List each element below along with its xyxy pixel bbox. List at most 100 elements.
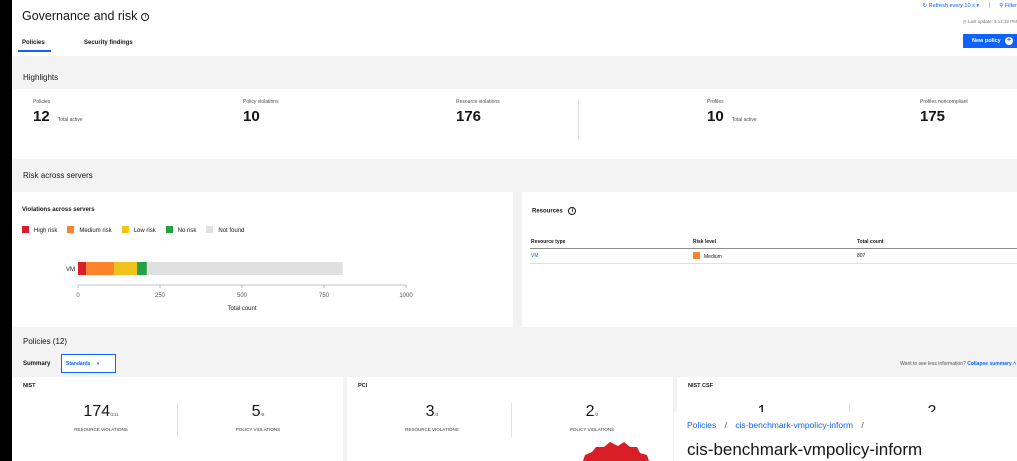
app-window: Governance and risk i Policies Security f… — [12, 0, 1017, 461]
dropdown-value: Standards — [66, 361, 91, 367]
highlight-profiles: Profiles 10 Total active — [707, 99, 757, 125]
policies-title: Policies (12) — [23, 337, 68, 346]
column-header[interactable]: Risk level — [692, 236, 856, 249]
metric-value: 3 — [425, 403, 435, 420]
refresh-dropdown[interactable]: Refresh every 10 s — [929, 3, 975, 9]
last-update: ◷ Last update: 3:12:32 PM — [963, 19, 1017, 25]
page-title: Governance and risk i — [22, 9, 150, 23]
metric-label: RESOURCE VIOLATIONS — [74, 427, 128, 432]
violations-card: Violations across servers High risk Medi… — [12, 192, 513, 327]
collapse-summary-link[interactable]: Collapse summary — [967, 361, 1011, 367]
summary-card-title: PCI — [358, 383, 368, 389]
summary-card-title: NIST CSF — [688, 383, 714, 389]
resource-type-link[interactable]: VM — [531, 253, 539, 259]
page-title-text: Governance and risk — [22, 9, 138, 23]
bar-segment-low-risk — [114, 262, 138, 275]
divider — [988, 2, 990, 8]
column-header[interactable]: Total count — [856, 236, 1017, 249]
last-update-text: Last update: 3:12:32 PM — [967, 19, 1017, 24]
x-tick-label: 500 — [237, 293, 248, 299]
x-tick-label: 1000 — [399, 293, 413, 299]
info-icon[interactable]: i — [141, 12, 150, 21]
red-badge-icon — [573, 438, 657, 461]
bar-segment-medium-risk — [86, 262, 115, 275]
tab-policies[interactable]: Policies — [18, 40, 51, 52]
new-policy-label: New policy — [972, 38, 1001, 44]
resources-title-text: Resources — [532, 208, 563, 215]
highlight-label: Profiles noncompliant — [920, 99, 968, 105]
metric-resource-violations: 174/211 RESOURCE VIOLATIONS — [26, 403, 176, 432]
highlight-value: 10 — [707, 108, 724, 125]
highlight-sub: Total active — [731, 117, 757, 123]
highlight-label: Resource violations — [456, 99, 500, 105]
policy-detail-panel: Policies / cis-benchmark-vmpolicy-inform… — [674, 412, 1017, 461]
chevron-down-icon: ▾ — [96, 361, 100, 367]
bar-segment-no-risk — [137, 262, 147, 275]
bar-segment-high-risk — [78, 262, 87, 275]
resources-card: Resources i Resource type Risk level Tot… — [522, 192, 1017, 327]
metric-resource-violations: 3/3 RESOURCE VIOLATIONS — [357, 403, 507, 432]
risk-section-title: Risk across servers — [23, 171, 93, 180]
highlight-value: 175 — [920, 108, 946, 125]
highlights-title: Highlights — [23, 73, 59, 82]
total-count: 807 — [856, 248, 1017, 264]
metric-label: RESOURCE VIOLATIONS — [405, 427, 459, 432]
divider — [177, 403, 178, 437]
highlight-value: 176 — [456, 108, 482, 125]
x-tick-label: 750 — [319, 293, 330, 299]
metric-policy-violations: 2/2 POLICY VIOLATIONS — [517, 403, 667, 432]
new-policy-button[interactable]: New policy + — [963, 34, 1017, 48]
divider — [578, 99, 579, 139]
metric-value: 174 — [83, 403, 111, 420]
metric-policy-violations: 5/5 POLICY VIOLATIONS — [183, 403, 333, 432]
highlight-resource-violations: Resource violations 176 — [456, 99, 500, 125]
summary-card-nist[interactable]: NIST 174/211 RESOURCE VIOLATIONS 5/5 POL… — [12, 377, 343, 461]
risk-swatch — [693, 252, 700, 259]
column-header[interactable]: Resource type — [530, 236, 692, 249]
metric-total: /5 — [260, 412, 265, 417]
breadcrumb-policies-link[interactable]: Policies — [687, 420, 716, 430]
metric-value: 5 — [251, 403, 261, 420]
tab-security-findings[interactable]: Security findings — [84, 40, 133, 46]
summary-dropdown[interactable]: Standards ▾ — [61, 354, 116, 373]
table-row: VM Medium 807 — [530, 248, 1017, 264]
x-tick-label: 250 — [155, 293, 166, 299]
chevron-up-icon[interactable]: ˄ — [1013, 361, 1016, 367]
highlight-value: 12 — [33, 108, 50, 125]
summary-label: Summary — [23, 361, 51, 367]
highlight-sub: Total active — [57, 117, 83, 123]
page-header: Governance and risk i Policies Security f… — [12, 0, 1017, 56]
metric-total: /211 — [110, 412, 119, 417]
x-tick-label: 0 — [76, 293, 80, 299]
metric-label: POLICY VIOLATIONS — [235, 427, 281, 432]
metric-value: 2 — [585, 403, 595, 420]
divider — [511, 403, 512, 437]
highlight-policies: Policies 12 Total active — [33, 99, 83, 125]
risk-level: Medium — [704, 254, 722, 260]
filter-button[interactable]: Filter — [1005, 3, 1017, 9]
x-axis-title: Total count — [227, 306, 256, 312]
metric-label: POLICY VIOLATIONS — [569, 427, 615, 432]
highlight-label: Profiles — [707, 99, 724, 105]
highlight-value: 10 — [243, 108, 260, 125]
header-controls: ↻ Refresh every 10 s ▾ ⚲ Filter — [923, 2, 1017, 9]
highlights-card: Policies 12 Total active Policy violation… — [12, 89, 1017, 159]
highlight-label: Policy violations — [243, 99, 279, 105]
chevron-down-icon: ▾ — [976, 3, 980, 9]
bar-segment-not-found — [146, 262, 343, 275]
info-icon[interactable]: i — [568, 207, 577, 215]
breadcrumb-policy-link[interactable]: cis-benchmark-vmpolicy-inform — [735, 420, 853, 430]
category-label: VM — [66, 267, 75, 273]
breadcrumb: Policies / cis-benchmark-vmpolicy-inform… — [687, 420, 870, 430]
breadcrumb-separator: / — [724, 420, 728, 430]
table-header-row: Resource type Risk level Total count — [530, 236, 1017, 249]
violations-bar-chart: 0 250 500 750 1000 Total count VM — [66, 262, 413, 312]
collapse-summary: Want to see less information? Collapse s… — [900, 361, 1016, 367]
policy-detail-title: cis-benchmark-vmpolicy-inform — [687, 440, 923, 459]
add-icon: + — [1005, 37, 1013, 45]
summary-card-title: NIST — [23, 383, 36, 389]
metric-total: /3 — [434, 412, 439, 417]
highlight-profiles-noncompliant: Profiles noncompliant 175 — [920, 99, 968, 125]
highlight-policy-violations: Policy violations 10 — [243, 99, 279, 125]
collapse-prompt: Want to see less information? — [900, 361, 966, 367]
